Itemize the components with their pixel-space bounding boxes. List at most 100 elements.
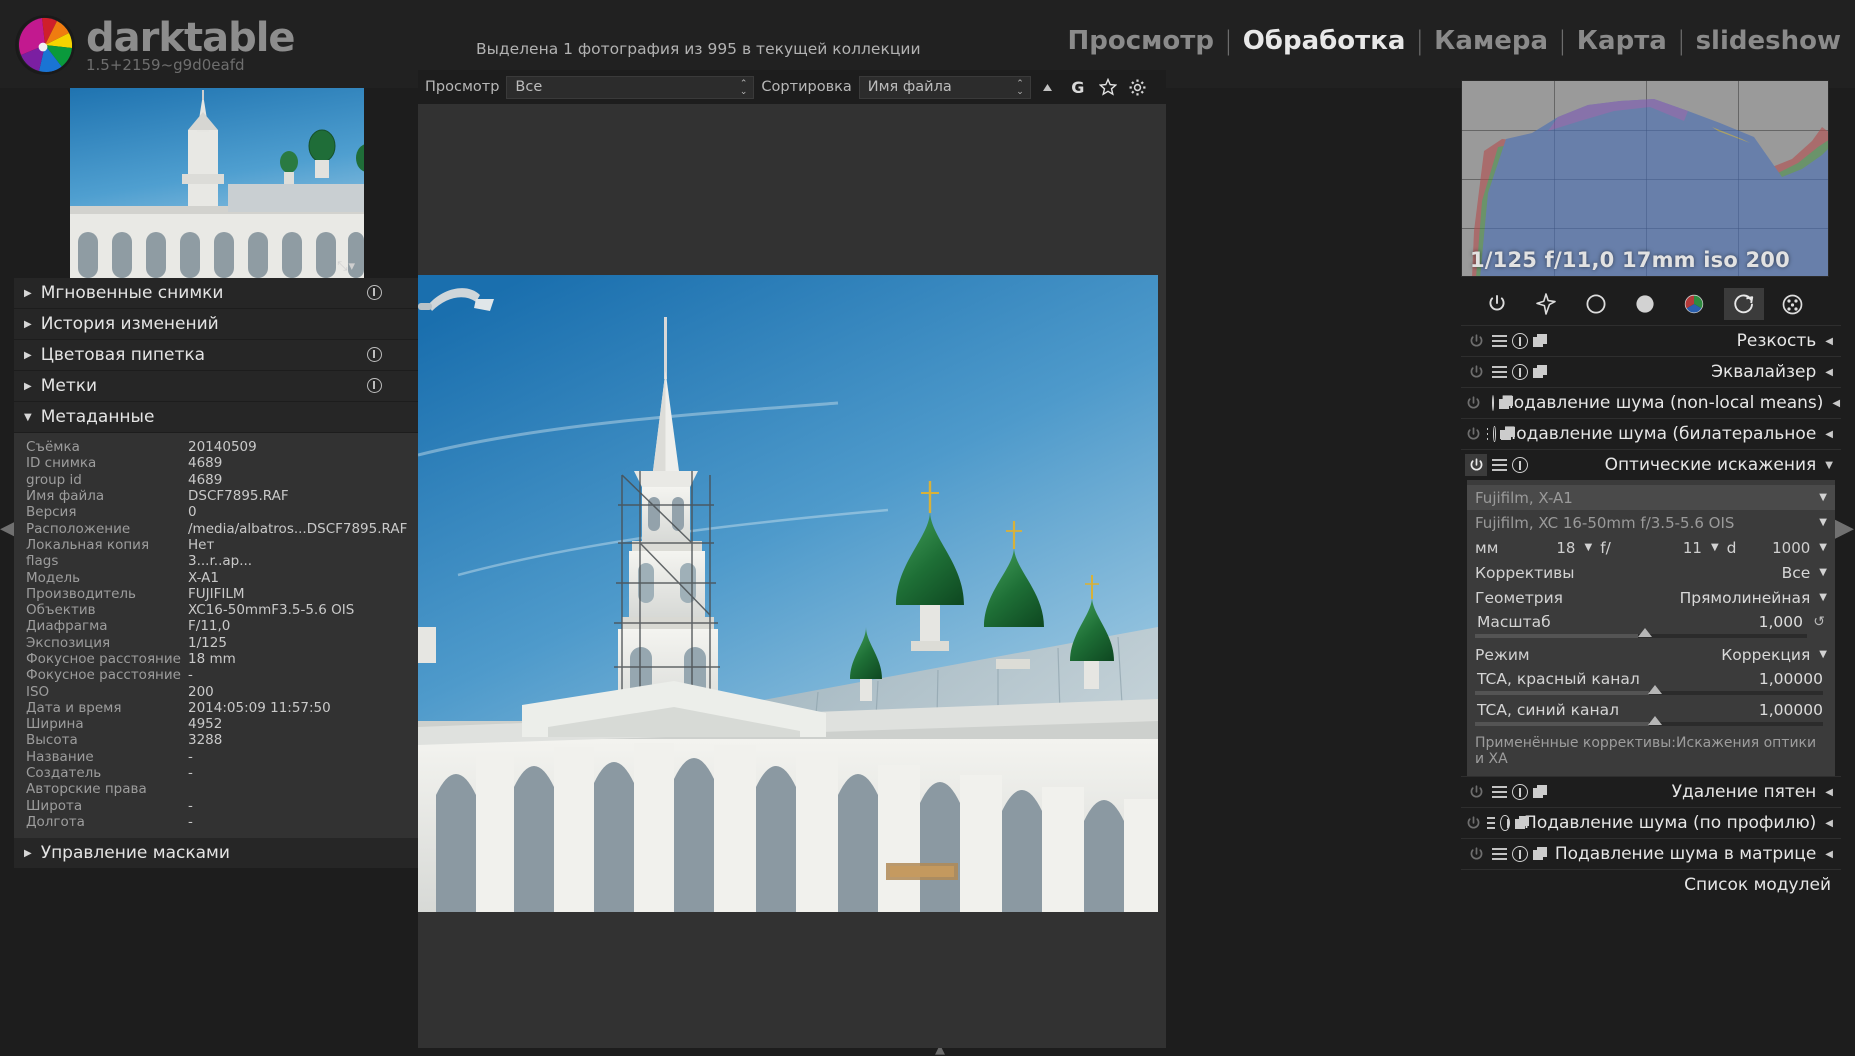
filter-view-combobox[interactable]: Все ⌃ ⌄ [506,75,755,99]
left-section-1[interactable]: ▶ История изменений [14,309,422,340]
module-power-icon[interactable] [1465,361,1487,383]
module-reset-icon[interactable] [1512,846,1528,862]
chevron-left-icon[interactable]: ◀ [1825,787,1833,798]
left-section-masks[interactable]: ▶ Управление масками [14,838,422,870]
scale-knob[interactable] [1637,628,1652,637]
module-presets-icon[interactable] [1492,335,1507,347]
module-header[interactable]: Подавление шума (билатеральное ◀ [1461,419,1841,449]
circle-outline-icon[interactable] [1576,288,1616,320]
scale-reset-icon[interactable]: ↺ [1813,614,1825,630]
star-effects-icon[interactable] [1526,288,1566,320]
module-reset-icon[interactable] [1492,426,1502,442]
app-logo[interactable]: darktable 1.5+2159~g9d0eafd [14,14,296,76]
filter-view-label: Просмотр [425,79,500,95]
chevron-left-icon[interactable]: ◀ [1825,818,1833,829]
sort-direction-button[interactable] [1035,74,1061,100]
lens-camera-combobox[interactable]: Fujifilm, X-A1 ▼ [1467,485,1835,510]
module-presets-icon[interactable] [1492,366,1507,378]
chevron-left-icon[interactable]: ◀ [1832,398,1840,409]
overlays-button[interactable] [1095,74,1121,100]
nav-item-0[interactable]: Просмотр [1067,26,1213,56]
correct-icon[interactable] [1723,288,1764,320]
module-duplicate-icon[interactable] [1533,365,1547,379]
module-presets-icon[interactable] [1492,459,1507,471]
tca-blue-knob[interactable] [1648,716,1663,725]
module-header[interactable]: Оптические искажения ▼ [1461,450,1841,480]
chevron-down-icon[interactable]: ▼ [1584,542,1592,553]
chevron-down-icon[interactable]: ▼ [1825,460,1833,471]
module-duplicate-icon[interactable] [1514,816,1529,830]
left-section-2[interactable]: ▶ Цветовая пипетка [14,340,422,371]
nav-item-1[interactable]: Обработка [1243,26,1406,56]
module-power-icon[interactable] [1465,330,1487,352]
module-header[interactable]: Подавление шума в матрице ◀ [1461,839,1841,869]
scale-slider[interactable]: Масштаб 1,000 ↺ [1475,611,1829,638]
module-power-icon[interactable] [1465,454,1487,476]
module-header[interactable]: Эквалайзер ◀ [1461,357,1841,387]
module-power-icon[interactable] [1465,423,1482,445]
chevron-left-icon[interactable]: ◀ [1825,429,1833,440]
corrections-combobox[interactable]: Коррективы Все ▼ [1467,560,1835,585]
module-presets-icon[interactable] [1492,848,1507,860]
section-reset-icon[interactable] [367,378,382,397]
preferences-button[interactable] [1125,74,1151,100]
module-power-icon[interactable] [1465,843,1487,865]
module-list-button[interactable]: Список модулей [1461,869,1841,899]
module-presets-icon[interactable] [1487,817,1496,829]
module-power-icon[interactable] [1465,392,1482,414]
nav-item-2[interactable]: Камера [1434,26,1548,56]
chevron-down-icon[interactable]: ▼ [1711,542,1719,553]
aperture-value[interactable]: 11 [1683,539,1702,557]
module-header[interactable]: Подавление шума (non-local means) ◀ [1461,388,1841,418]
nav-item-3[interactable]: Карта [1577,26,1667,56]
module-presets-icon[interactable] [1492,786,1507,798]
section-reset-icon[interactable] [367,347,382,366]
tca-red-slider[interactable]: TCA, красный канал 1,00000 [1475,668,1829,695]
darkroom-photo[interactable] [418,275,1158,912]
module-header[interactable]: Резкость ◀ [1461,326,1841,356]
lens-model-combobox[interactable]: Fujifilm, XC 16-50mm f/3.5-5.6 OIS ▼ [1467,510,1835,535]
nav-item-4[interactable]: slideshow [1696,26,1841,56]
module-reset-icon[interactable] [1492,395,1501,411]
thumbnail-resize-icon[interactable]: ⤡▾ [337,259,356,274]
module-power-icon[interactable] [1465,812,1482,834]
module-duplicate-icon[interactable] [1533,847,1547,861]
module-reset-icon[interactable] [1512,333,1528,349]
chevron-left-icon[interactable]: ◀ [1825,849,1833,860]
module-duplicate-icon[interactable] [1500,427,1515,441]
left-section-3[interactable]: ▶ Метки [14,371,422,402]
left-section-0[interactable]: ▶ Мгновенные снимки [14,278,422,309]
module-power-icon[interactable] [1465,781,1487,803]
chevron-down-icon: ▼ [1819,649,1827,660]
module-duplicate-icon[interactable] [1533,785,1547,799]
color-wheel-icon[interactable] [1674,288,1714,320]
module-reset-icon[interactable] [1512,364,1528,380]
sort-combobox[interactable]: Имя файла ⌃ ⌄ [858,75,1031,99]
navigation-thumbnail[interactable]: ⤡▾ [70,88,364,278]
image-canvas[interactable] [418,104,1166,1048]
grouping-button[interactable]: G [1065,74,1091,100]
chevron-down-icon[interactable]: ▼ [1819,542,1827,553]
chevron-left-icon[interactable]: ◀ [1825,336,1833,347]
module-presets-icon[interactable] [1487,428,1488,440]
focal-length-value[interactable]: 18 [1556,539,1575,557]
left-section-4[interactable]: ▼ Метаданные [14,402,422,433]
tca-blue-slider[interactable]: TCA, синий канал 1,00000 [1475,699,1829,726]
tca-red-knob[interactable] [1648,685,1663,694]
chevron-left-icon[interactable]: ◀ [1825,367,1833,378]
section-reset-icon[interactable] [367,285,382,304]
effects-icon[interactable] [1773,288,1813,320]
mode-combobox[interactable]: Режим Коррекция ▼ [1467,642,1835,667]
distance-value[interactable]: 1000 [1772,539,1810,557]
geometry-combobox[interactable]: Геометрия Прямолинейная ▼ [1467,585,1835,610]
metadata-row: Создатель - [14,765,422,781]
module-reset-icon[interactable] [1512,457,1528,473]
circle-filled-icon[interactable] [1625,288,1665,320]
module-header[interactable]: Подавление шума (по профилю) ◀ [1461,808,1841,838]
module-header[interactable]: Удаление пятен ◀ [1461,777,1841,807]
histogram-widget[interactable]: 1/125 f/11,0 17mm iso 200 [1461,80,1829,277]
module-reset-icon[interactable] [1512,784,1528,800]
power-icon[interactable] [1477,288,1517,320]
module-reset-icon[interactable] [1500,815,1510,831]
module-duplicate-icon[interactable] [1533,334,1547,348]
